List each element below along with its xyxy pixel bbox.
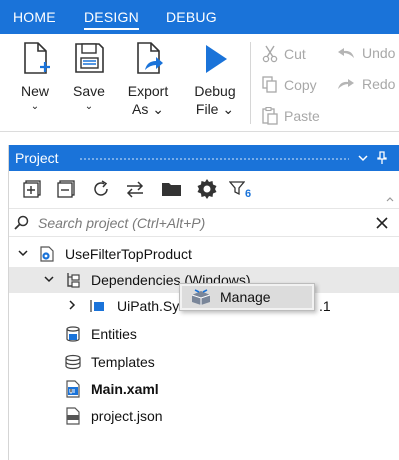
dependencies-icon: [67, 273, 80, 288]
filter-icon[interactable]: [229, 180, 245, 196]
new-label: New: [20, 83, 49, 99]
project-panel-title: Project: [15, 150, 59, 166]
sync-arrows-icon[interactable]: [125, 180, 145, 198]
chevron-down-icon[interactable]: [17, 247, 29, 259]
undo-icon: [338, 48, 354, 58]
debug-file-button[interactable]: Debug File ⌄: [186, 34, 244, 118]
copy-button[interactable]: Copy: [262, 76, 317, 94]
context-menu-item-manage[interactable]: Manage: [182, 286, 312, 308]
pin-icon[interactable]: [377, 151, 387, 165]
copy-icon: [262, 76, 277, 93]
export-icon: [137, 42, 163, 74]
cut-label: Cut: [284, 46, 306, 62]
tree-item-root[interactable]: UseFilterTopProduct: [9, 241, 399, 267]
panel-drag-grip[interactable]: [79, 157, 349, 161]
chevron-down-icon: ⌄: [30, 101, 40, 112]
play-icon: [206, 45, 227, 73]
tree-item-label: Main.xaml: [91, 381, 159, 397]
project-gear-icon: [40, 246, 54, 262]
redo-button[interactable]: Redo: [336, 76, 395, 92]
search-input[interactable]: Search project (Ctrl+Alt+P): [38, 215, 205, 231]
ribbon-divider: [250, 42, 251, 124]
folder-icon[interactable]: [161, 180, 183, 198]
tree-item-label: Entities: [91, 326, 137, 342]
undo-button[interactable]: Undo: [336, 45, 395, 61]
export-as-label: As ⌄: [132, 101, 164, 117]
manage-label: Manage: [220, 289, 271, 305]
context-menu: Manage: [179, 283, 315, 311]
collapse-all-icon[interactable]: [57, 180, 75, 198]
ribbon: New ⌄ Save ⌄ Export As ⌄ Debug File ⌄ Cu…: [0, 34, 399, 132]
paste-clipboard-icon: [262, 107, 278, 125]
scroll-up-icon[interactable]: [385, 195, 395, 203]
gear-icon[interactable]: [196, 178, 218, 200]
close-icon[interactable]: [376, 217, 388, 229]
save-button[interactable]: Save ⌄: [64, 34, 114, 114]
paste-label: Paste: [284, 108, 320, 124]
templates-stack-icon: [65, 354, 81, 370]
tree-item-label: UiPath.Sy: [117, 298, 180, 314]
redo-label: Redo: [362, 76, 396, 92]
tree-item-label: Templates: [91, 354, 155, 370]
tree-item-main-xaml[interactable]: Main.xaml: [9, 376, 399, 402]
top-menu-bar: HOME DESIGN DEBUG: [0, 0, 399, 34]
package-icon: [90, 300, 104, 312]
tree-item-label: UseFilterTopProduct: [65, 246, 192, 262]
tab-debug[interactable]: DEBUG: [166, 9, 217, 25]
tree-item-entities[interactable]: Entities: [9, 321, 399, 347]
json-file-icon: [66, 407, 80, 425]
undo-label: Undo: [362, 45, 396, 61]
project-panel-header: Project: [9, 145, 399, 171]
tree-item-version: .1: [319, 298, 331, 314]
tab-home[interactable]: HOME: [13, 9, 56, 25]
xaml-file-icon: [66, 380, 80, 398]
project-toolbar: 6: [9, 171, 399, 209]
filter-count-badge: 6: [245, 188, 252, 200]
cut-button[interactable]: Cut: [262, 45, 306, 63]
export-as-button[interactable]: Export As ⌄: [120, 34, 176, 118]
chevron-right-icon[interactable]: [66, 299, 78, 311]
redo-icon: [338, 79, 354, 89]
search-bar: Search project (Ctrl+Alt+P): [9, 209, 399, 237]
tree-item-label: project.json: [91, 408, 163, 424]
tree-item-templates[interactable]: Templates: [9, 349, 399, 375]
scissors-icon: [262, 45, 278, 63]
paste-button[interactable]: Paste: [262, 107, 320, 125]
expand-all-icon[interactable]: [23, 180, 41, 198]
debug-file-label: File ⌄: [195, 101, 235, 117]
export-label: Export: [127, 83, 169, 99]
entities-icon: [66, 326, 80, 342]
search-icon: [14, 215, 29, 230]
refresh-icon[interactable]: [92, 180, 110, 198]
tree-item-project-json[interactable]: project.json: [9, 403, 399, 429]
manage-package-icon: [191, 289, 211, 305]
tab-design[interactable]: DESIGN: [84, 9, 139, 30]
debug-label: Debug: [194, 83, 236, 99]
copy-label: Copy: [284, 77, 317, 93]
chevron-down-icon[interactable]: [357, 153, 369, 163]
save-disk-icon: [75, 43, 104, 73]
chevron-down-icon[interactable]: [43, 273, 55, 285]
new-button[interactable]: New ⌄: [10, 34, 60, 114]
new-file-icon: [24, 42, 50, 74]
save-label: Save: [73, 83, 105, 99]
chevron-down-icon: ⌄: [84, 101, 94, 112]
